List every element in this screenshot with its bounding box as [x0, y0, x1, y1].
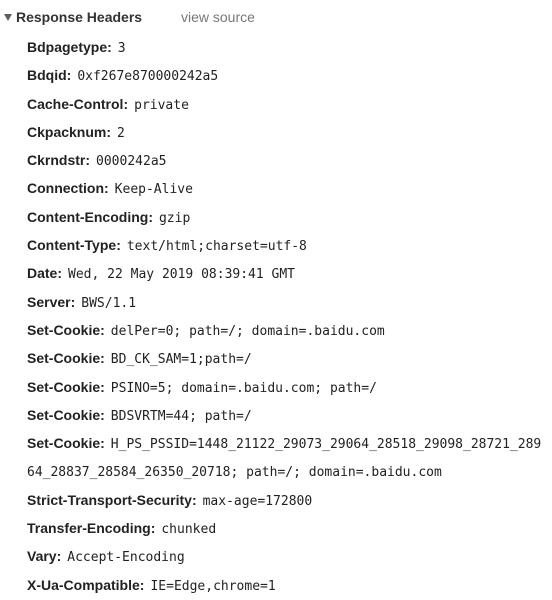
header-row: Ckpacknum: 2: [27, 123, 125, 141]
header-name: Set-Cookie: [27, 435, 101, 452]
header-row: Set-Cookie: PSINO=5; domain=.baidu.com; p…: [27, 378, 377, 396]
header-row: Transfer-Encoding: chunked: [27, 520, 217, 538]
header-row: Bdqid: 0xf267e870000242a5: [27, 67, 219, 85]
header-name: X-Ua-Compatible: [27, 576, 140, 593]
header-name: Set-Cookie: [27, 378, 101, 395]
header-value: Wed, 22 May 2019 08:39:41 GMT: [68, 267, 296, 283]
header-row: Vary: Accept-Encoding: [27, 548, 185, 566]
header-row: X-Ua-Compatible: IE=Edge,chrome=1: [27, 576, 276, 594]
header-name: Date: [27, 265, 58, 282]
header-name: Bdqid: [27, 67, 67, 84]
header-value: max-age=172800: [202, 493, 313, 509]
header-name: Bdpagetype: [27, 39, 108, 55]
header-value: gzip: [158, 210, 191, 226]
header-name: Set-Cookie: [27, 406, 101, 423]
header-row: Content-Type: text/html;charset=utf-8: [27, 237, 307, 255]
header-value: 2: [117, 125, 125, 141]
header-value: BWS/1.1: [81, 295, 137, 311]
header-name: Content-Type: [27, 237, 117, 254]
header-name: Cache-Control: [27, 95, 124, 112]
header-row: Connection: Keep-Alive: [27, 180, 193, 198]
header-row: Bdpagetype: 3: [27, 39, 126, 56]
header-name: Vary: [27, 548, 57, 565]
header-name: Strict-Transport-Security: [27, 491, 192, 508]
header-row: Set-Cookie: BD_CK_SAM=1;path=/: [27, 350, 252, 368]
header-value: Keep-Alive: [114, 182, 193, 198]
header-name: Connection: [27, 180, 104, 197]
header-name: Set-Cookie: [27, 350, 101, 367]
header-value: 3: [117, 41, 126, 56]
header-value: PSINO=5; domain=.baidu.com; path=/: [110, 380, 377, 396]
header-row: Set-Cookie: BDSVRTM=44; path=/: [27, 406, 252, 424]
header-value: BD_CK_SAM=1;path=/: [110, 352, 252, 368]
header-row: Cache-Control: private: [27, 95, 189, 113]
header-value: Accept-Encoding: [67, 550, 185, 566]
header-row: Date: Wed, 22 May 2019 08:39:41 GMT: [27, 265, 296, 283]
collapse-triangle-icon[interactable]: [4, 13, 12, 21]
header-row: Server: BWS/1.1: [27, 293, 137, 311]
header-value: text/html;charset=utf-8: [126, 239, 307, 255]
header-name: Transfer-Encoding: [27, 520, 151, 537]
header-value: 0xf267e870000242a5: [77, 69, 219, 85]
header-value: chunked: [161, 522, 217, 538]
header-name: Server: [27, 293, 71, 310]
header-name: Content-Encoding: [27, 208, 149, 225]
header-row: Strict-Transport-Security: max-age=172800: [27, 491, 313, 509]
header-value: 0000242a5: [96, 154, 167, 170]
section-title[interactable]: Response Headers: [16, 9, 142, 25]
header-value: private: [134, 97, 189, 113]
header-name: Set-Cookie: [27, 321, 101, 338]
header-row: Set-Cookie: H_PS_PSSID=1448_21122_29073_2…: [27, 435, 542, 481]
header-value: BDSVRTM=44; path=/: [110, 408, 252, 424]
response-headers-section-header[interactable]: Response Headers: [0, 6, 142, 28]
header-row: Set-Cookie: delPer=0; path=/; domain=.bai…: [27, 321, 385, 339]
header-name: Ckpacknum: [27, 123, 107, 140]
header-row: Content-Encoding: gzip: [27, 208, 191, 226]
header-value: delPer=0; path=/; domain=.baidu.com: [110, 323, 385, 339]
response-headers-list: Bdpagetype: 3 Bdqid: 0xf267e870000242a5 Ca…: [27, 34, 547, 600]
header-name: Ckrndstr: [27, 152, 86, 169]
header-row: Ckrndstr: 0000242a5: [27, 152, 167, 170]
view-source-link[interactable]: view source: [181, 6, 255, 28]
